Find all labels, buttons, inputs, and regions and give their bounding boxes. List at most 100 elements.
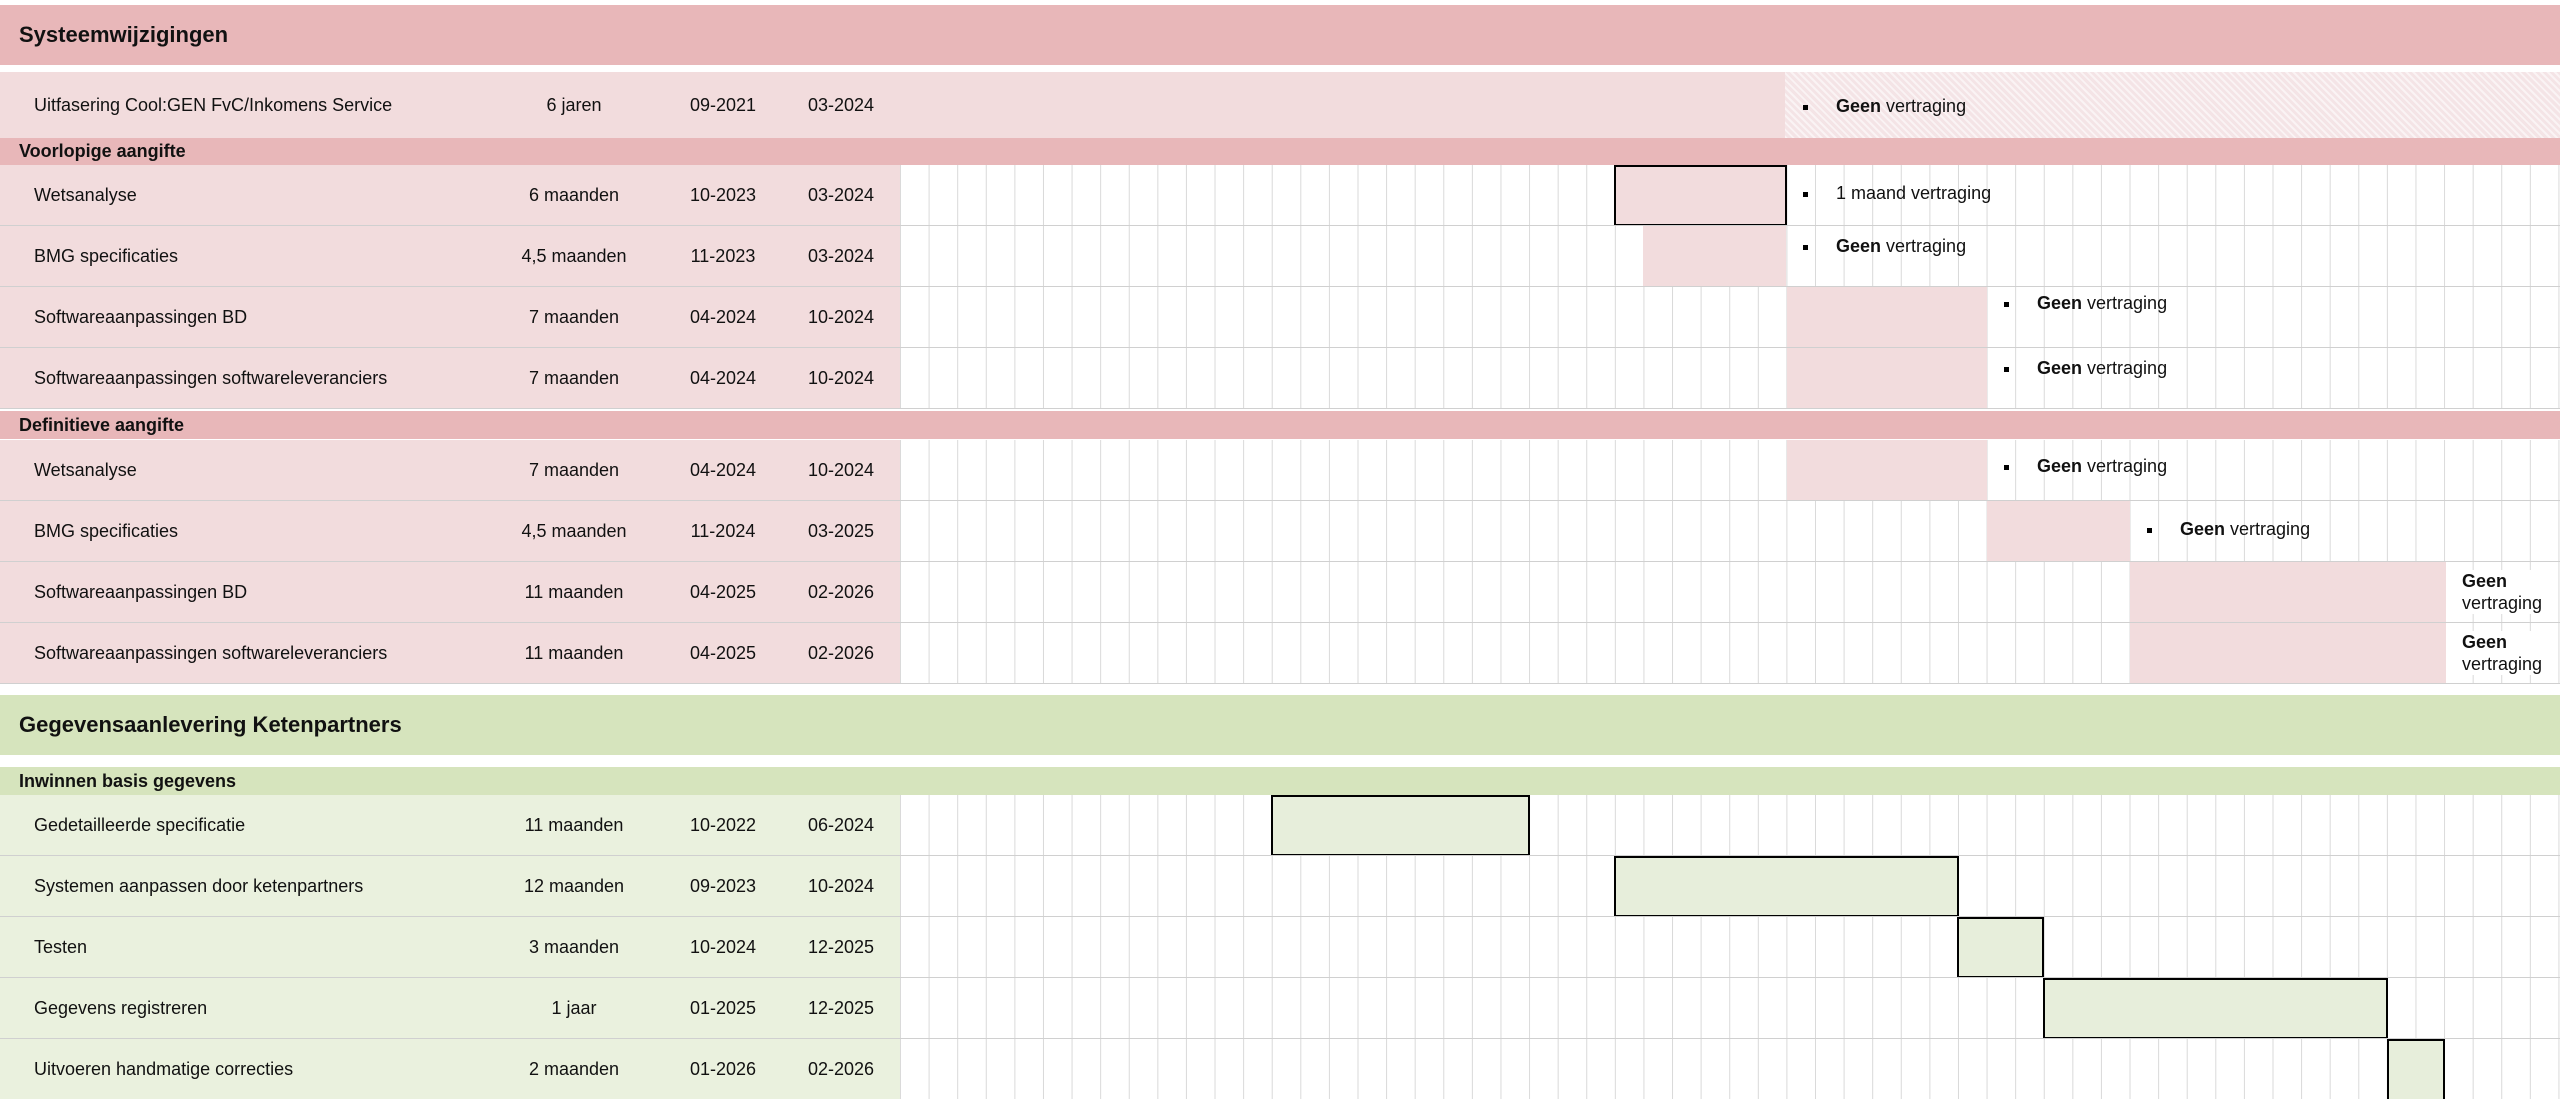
group-header-voorlopige-aangifte: Voorlopige aangifte: [0, 138, 2560, 165]
table-row: Uitfasering Cool:GEN FvC/Inkomens Servic…: [0, 72, 2560, 138]
group-title: Definitieve aangifte: [19, 414, 185, 435]
planning-sheet: Systeemwijzigingen Uitfasering Cool:GEN …: [0, 0, 2560, 1099]
table-row: BMG specificaties 4,5 maanden 11-2023 03…: [0, 226, 2560, 287]
bullet-icon: [2147, 527, 2152, 533]
group-title: Voorlopige aangifte: [19, 141, 186, 161]
timeline-grid: [900, 287, 2560, 348]
task-end: 12-2025: [807, 998, 875, 1018]
table-row: Wetsanalyse 7 maanden 04-2024 10-2024 Ge…: [0, 440, 2560, 501]
task-end: 03-2024: [807, 246, 875, 266]
task-name: Softwareaanpassingen BD: [34, 307, 248, 327]
task-duration: 3 maanden: [528, 937, 620, 957]
bullet-icon: [1803, 191, 1808, 197]
table-row: Softwareaanpassingen softwareleverancier…: [0, 348, 2560, 409]
task-duration: 11 maanden: [524, 582, 624, 602]
status-note: 1 maand vertraging: [1803, 183, 1991, 204]
task-end: 10-2024: [807, 876, 875, 896]
gantt-bar: [1987, 501, 2130, 562]
table-row: Systemen aanpassen door ketenpartners 12…: [0, 856, 2560, 917]
task-end: 10-2024: [807, 307, 875, 327]
task-end: 12-2025: [807, 937, 875, 957]
task-end: 03-2025: [807, 521, 875, 541]
gantt-bar: [1643, 226, 1786, 287]
gantt-bar: [1787, 440, 1987, 501]
task-end: 02-2026: [807, 582, 875, 602]
task-duration: 6 maanden: [528, 185, 620, 205]
status-note: Geen vertraging: [2004, 293, 2167, 314]
timeline-grid: [900, 795, 2560, 856]
group-header-inwinnen-basis-gegevens: Inwinnen basis gegevens: [0, 767, 2560, 795]
task-end: 02-2026: [807, 1058, 875, 1079]
task-end: 10-2024: [807, 460, 875, 480]
task-start: 04-2024: [689, 368, 757, 388]
task-start: 04-2024: [689, 460, 757, 480]
task-end: 03-2024: [807, 185, 875, 205]
task-start: 09-2021: [689, 94, 757, 115]
group-header-definitieve-aangifte: Definitieve aangifte: [0, 411, 2560, 439]
task-start: 10-2024: [689, 937, 757, 957]
status-note: Geen vertraging: [2004, 456, 2167, 477]
task-name: BMG specificaties: [34, 246, 179, 266]
gantt-bar: [2043, 978, 2388, 1039]
table-row: Testen 3 maanden 10-2024 12-2025: [0, 917, 2560, 978]
timeline-grid: [900, 917, 2560, 978]
table-row: Gedetailleerde specificatie 11 maanden 1…: [0, 795, 2560, 856]
task-duration: 1 jaar: [551, 998, 597, 1018]
task-name: Softwareaanpassingen softwareleverancier…: [34, 643, 388, 663]
task-duration: 11 maanden: [524, 815, 624, 835]
task-duration: 7 maanden: [528, 368, 620, 388]
status-note: Geen vertraging: [2147, 519, 2310, 540]
table-row: Wetsanalyse 6 maanden 10-2023 03-2024 1 …: [0, 165, 2560, 226]
table-row: Uitvoeren handmatige correcties 2 maande…: [0, 1039, 2560, 1099]
task-start: 01-2026: [689, 1058, 757, 1079]
status-note: Geen vertraging: [1803, 96, 1966, 117]
row-divider: [0, 683, 2560, 684]
bullet-icon: [2004, 301, 2009, 307]
task-name: Wetsanalyse: [34, 460, 137, 480]
gantt-bar: [1787, 348, 1987, 409]
bullet-icon: [1803, 244, 1808, 250]
section-title: Gegevensaanlevering Ketenpartners: [19, 712, 402, 737]
task-start: 11-2023: [690, 246, 756, 266]
task-name: Systemen aanpassen door ketenpartners: [34, 876, 364, 896]
table-row: Softwareaanpassingen softwareleverancier…: [0, 623, 2560, 684]
gantt-bar: [1614, 165, 1787, 226]
task-name: Uitfasering Cool:GEN FvC/Inkomens Servic…: [34, 94, 393, 115]
timeline-grid: [900, 501, 2560, 562]
task-duration: 7 maanden: [528, 460, 620, 480]
timeline-grid: [900, 440, 2560, 501]
task-name: Gedetailleerde specificatie: [34, 815, 246, 835]
gantt-bar: [1271, 795, 1530, 856]
task-name: Testen: [34, 937, 88, 957]
task-start: 09-2023: [689, 876, 757, 896]
task-duration: 6 jaren: [546, 94, 602, 115]
task-start: 04-2025: [689, 582, 757, 602]
task-start: 04-2025: [689, 643, 757, 663]
task-start: 10-2023: [689, 185, 757, 205]
task-end: 10-2024: [807, 368, 875, 388]
gantt-bar: [2387, 1039, 2445, 1099]
task-name: Gegevens registreren: [34, 998, 208, 1018]
task-name: Wetsanalyse: [34, 185, 137, 205]
task-duration: 7 maanden: [528, 307, 620, 327]
task-start: 11-2024: [690, 521, 756, 541]
task-duration: 4,5 maanden: [521, 246, 627, 266]
section-title: Systeemwijzigingen: [19, 22, 229, 47]
task-duration: 2 maanden: [528, 1058, 620, 1079]
bullet-icon: [2004, 464, 2009, 470]
gantt-bar: [1787, 287, 1987, 348]
gantt-bar: [2130, 623, 2446, 684]
table-row: Softwareaanpassingen BD 11 maanden 04-20…: [0, 562, 2560, 623]
status-note: Geen vertraging: [1803, 236, 1966, 257]
section-header-systeemwijzigingen: Systeemwijzigingen: [0, 5, 2560, 65]
status-note: Geen vertraging: [2462, 631, 2557, 675]
row-divider: [0, 408, 2560, 409]
bullet-icon: [2004, 366, 2009, 372]
table-row: Softwareaanpassingen BD 7 maanden 04-202…: [0, 287, 2560, 348]
task-end: 02-2026: [807, 643, 875, 663]
table-row: BMG specificaties 4,5 maanden 11-2024 03…: [0, 501, 2560, 562]
timeline-grid: [900, 1039, 2560, 1099]
task-start: 01-2025: [689, 998, 757, 1018]
task-name: BMG specificaties: [34, 521, 179, 541]
gantt-bar: [2130, 562, 2446, 623]
